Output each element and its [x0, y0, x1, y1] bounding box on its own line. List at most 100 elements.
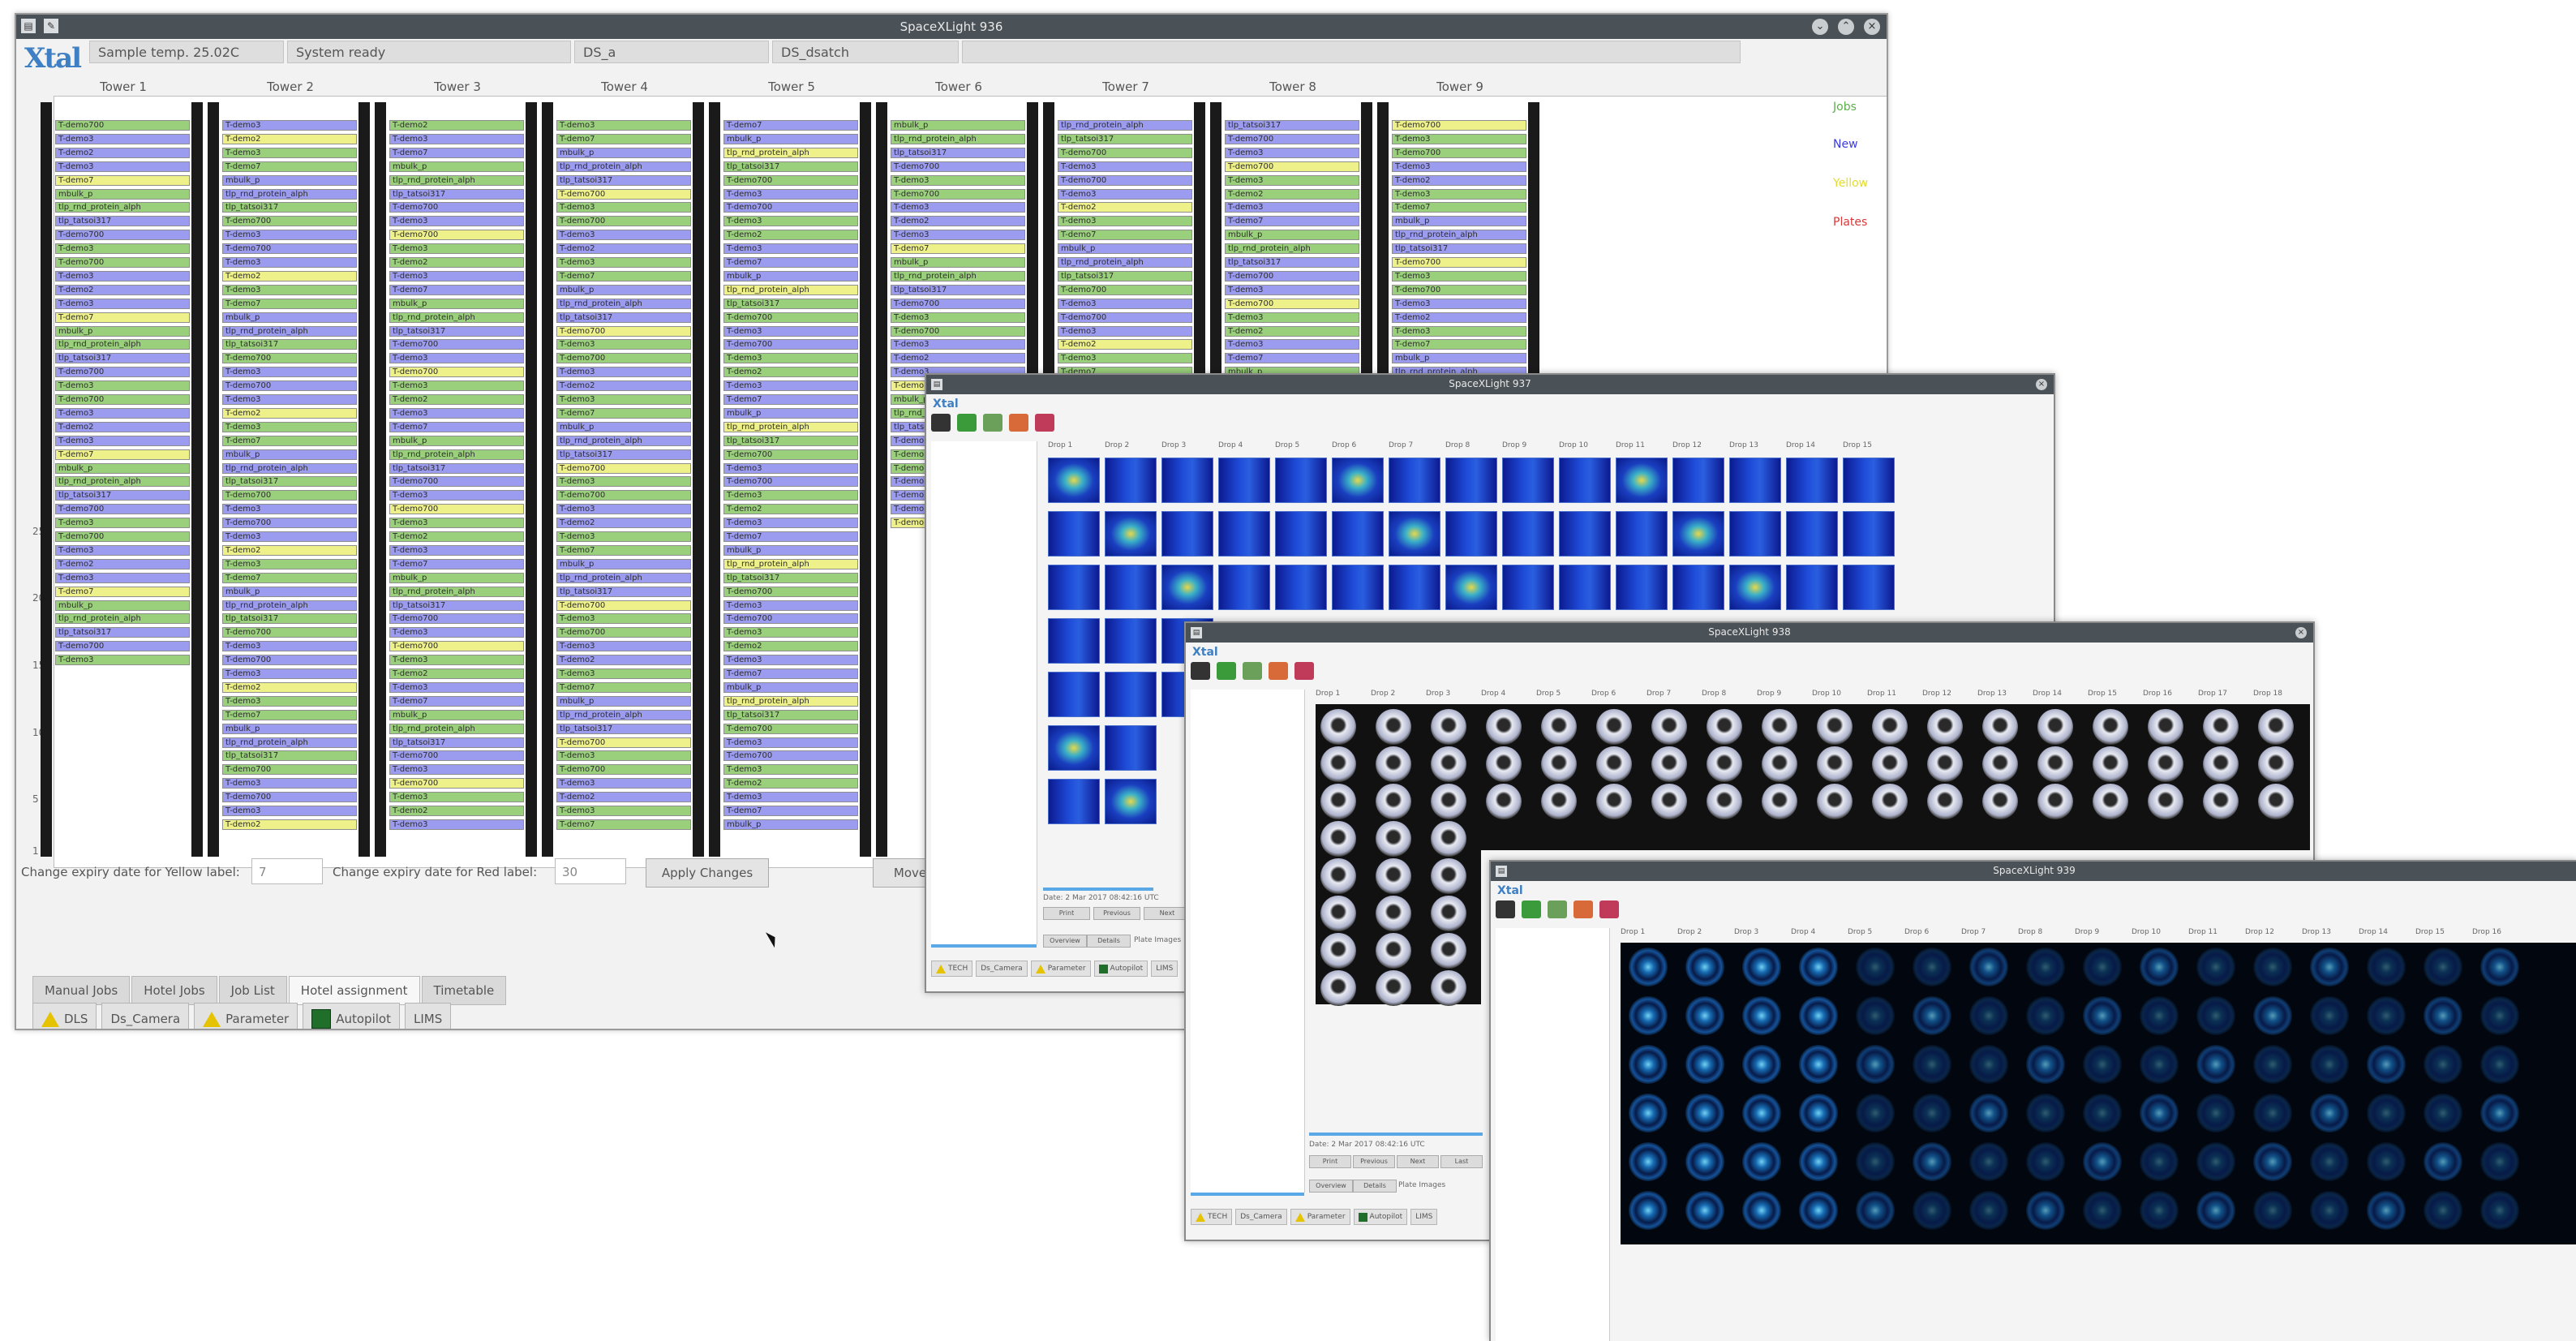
hotel-slot[interactable]: tlp_rnd_protein_alph: [55, 613, 190, 625]
hotel-slot[interactable]: T-demo3: [723, 518, 858, 529]
fluorescence-well[interactable]: [2140, 1142, 2179, 1181]
hotel-slot[interactable]: T-demo3: [1392, 133, 1526, 144]
hotel-slot[interactable]: T-demo700: [556, 216, 691, 227]
hotel-slot[interactable]: T-demo700: [222, 353, 357, 364]
hotel-slot[interactable]: tlp_rnd_protein_alph: [723, 284, 858, 295]
hotel-slot[interactable]: T-demo7: [556, 544, 691, 556]
heatmap-thumbnail[interactable]: [1048, 458, 1100, 503]
hotel-slot[interactable]: T-demo3: [55, 133, 190, 144]
fluorescence-well[interactable]: [1685, 1094, 1724, 1133]
heatmap-thumbnail[interactable]: [1332, 458, 1384, 503]
hotel-slot[interactable]: tlp_tatsoi317: [389, 462, 524, 474]
heatmap-thumbnail[interactable]: [1332, 511, 1384, 557]
well-image[interactable]: [2258, 709, 2294, 745]
binoculars-icon[interactable]: [1191, 662, 1210, 680]
hotel-slot[interactable]: T-demo7: [389, 284, 524, 295]
well-image[interactable]: [2093, 709, 2128, 745]
hotel-slot[interactable]: mbulk_p: [556, 421, 691, 432]
refresh-icon[interactable]: [1217, 662, 1236, 680]
next-button[interactable]: Next: [1397, 1155, 1439, 1168]
heatmap-thumbnail[interactable]: [1048, 725, 1100, 771]
hotel-slot[interactable]: mbulk_p: [55, 462, 190, 474]
hotel-slot[interactable]: T-demo700: [222, 380, 357, 392]
hotel-slot[interactable]: T-demo700: [556, 490, 691, 501]
hotel-slot[interactable]: T-demo7: [556, 681, 691, 693]
hotel-slot[interactable]: tlp_tatsoi317: [723, 161, 858, 172]
hotel-slot[interactable]: T-demo7: [389, 558, 524, 569]
hotel-slot[interactable]: T-demo2: [556, 518, 691, 529]
heatmap-thumbnail[interactable]: [1389, 511, 1440, 557]
fluorescence-well[interactable]: [1629, 1045, 1668, 1084]
heatmap-thumbnail[interactable]: [1502, 565, 1554, 610]
hotel-slot[interactable]: T-demo700: [55, 257, 190, 268]
hotel-slot[interactable]: T-demo700: [1392, 284, 1526, 295]
heatmap-thumbnail[interactable]: [1672, 458, 1724, 503]
hotel-slot[interactable]: T-demo3: [723, 627, 858, 638]
heatmap-thumbnail[interactable]: [1729, 511, 1781, 557]
hotel-slot[interactable]: T-demo700: [723, 586, 858, 597]
hotel-slot[interactable]: T-demo700: [1058, 147, 1192, 158]
hotel-slot[interactable]: T-demo700: [55, 120, 190, 131]
well-image[interactable]: [1982, 746, 2018, 782]
hotel-slot[interactable]: T-demo700: [1392, 257, 1526, 268]
tab-details[interactable]: Details: [1087, 935, 1131, 948]
hotel-slot[interactable]: tlp_rnd_protein_alph: [891, 270, 1025, 282]
hotel-slot[interactable]: mbulk_p: [723, 681, 858, 693]
well-image[interactable]: [1982, 784, 2018, 819]
fluorescence-well[interactable]: [2196, 1045, 2235, 1084]
hotel-slot[interactable]: mbulk_p: [222, 723, 357, 734]
fluorescence-well[interactable]: [2196, 996, 2235, 1035]
fluorescence-well[interactable]: [2026, 1191, 2065, 1230]
fluorescence-well[interactable]: [1799, 1142, 1838, 1181]
maximize-icon[interactable]: ⌃: [1838, 19, 1854, 35]
hotel-slot[interactable]: T-demo700: [222, 216, 357, 227]
hotel-slot[interactable]: T-demo3: [723, 764, 858, 776]
well-image[interactable]: [1376, 821, 1411, 857]
hotel-slot[interactable]: T-demo700: [891, 298, 1025, 309]
heatmap-thumbnail[interactable]: [1559, 458, 1611, 503]
hotel-slot[interactable]: mbulk_p: [723, 819, 858, 830]
fluorescence-well[interactable]: [1913, 1045, 1951, 1084]
camera-status-button[interactable]: Ds_Camera: [976, 961, 1028, 977]
hotel-slot[interactable]: tlp_tatsoi317: [556, 586, 691, 597]
hotel-slot[interactable]: T-demo2: [556, 380, 691, 392]
hotel-slot[interactable]: T-demo2: [389, 806, 524, 816]
hotel-slot[interactable]: T-demo3: [723, 243, 858, 255]
hotel-slot[interactable]: T-demo3: [389, 518, 524, 529]
hotel-slot[interactable]: T-demo700: [222, 764, 357, 776]
hotel-slot[interactable]: tlp_tatsoi317: [222, 613, 357, 625]
refresh-icon[interactable]: [957, 414, 977, 432]
fluorescence-well[interactable]: [1799, 1045, 1838, 1084]
hotel-slot[interactable]: tlp_tatsoi317: [55, 627, 190, 638]
well-image[interactable]: [1376, 746, 1411, 782]
hotel-slot[interactable]: tlp_tatsoi317: [1225, 120, 1359, 131]
heatmap-thumbnail[interactable]: [1105, 725, 1157, 771]
well-image[interactable]: [1320, 970, 1356, 1006]
hotel-slot[interactable]: T-demo700: [1058, 174, 1192, 186]
hotel-slot[interactable]: T-demo700: [1058, 284, 1192, 295]
hotel-slot[interactable]: tlp_tatsoi317: [1058, 270, 1192, 282]
hotel-slot[interactable]: tlp_rnd_protein_alph: [55, 339, 190, 350]
minimize-icon[interactable]: ⌄: [1812, 19, 1828, 35]
red-expiry-input[interactable]: 30: [555, 858, 626, 884]
hotel-slot[interactable]: T-demo2: [389, 668, 524, 679]
hotel-slot[interactable]: mbulk_p: [1058, 243, 1192, 255]
hotel-slot[interactable]: T-demo3: [1058, 298, 1192, 309]
fluorescence-well[interactable]: [2083, 948, 2122, 986]
well-image[interactable]: [1817, 784, 1853, 819]
hotel-slot[interactable]: T-demo700: [723, 449, 858, 460]
fluorescence-well[interactable]: [2253, 948, 2292, 986]
hotel-slot[interactable]: T-demo700: [891, 161, 1025, 172]
hotel-slot[interactable]: mbulk_p: [723, 407, 858, 419]
hotel-slot[interactable]: tlp_tatsoi317: [222, 202, 357, 213]
hotel-slot[interactable]: T-demo2: [222, 270, 357, 282]
hotel-slot[interactable]: T-demo3: [1058, 353, 1192, 364]
fluorescence-well[interactable]: [2253, 1142, 2292, 1181]
hotel-slot[interactable]: T-demo7: [389, 147, 524, 158]
fluorescence-well[interactable]: [1799, 1094, 1838, 1133]
dls-status-button[interactable]: DLS: [32, 1003, 97, 1029]
heatmap-thumbnail[interactable]: [1616, 565, 1668, 610]
heatmap-thumbnail[interactable]: [1843, 511, 1895, 557]
hotel-slot[interactable]: T-demo3: [55, 435, 190, 446]
well-image[interactable]: [1541, 709, 1577, 745]
